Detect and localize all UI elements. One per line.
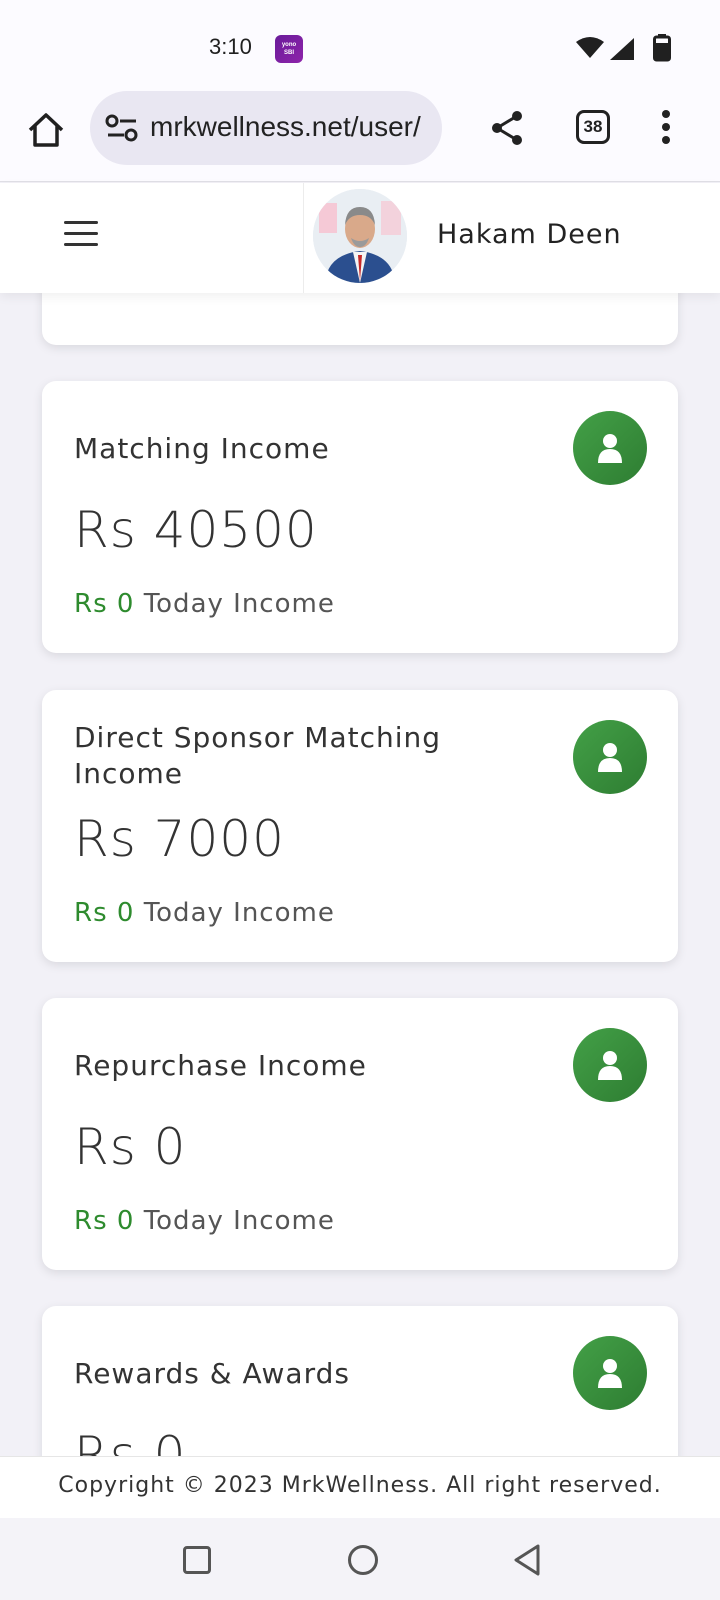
card-amount: Rs 0 <box>74 1118 187 1176</box>
previous-card <box>42 293 678 345</box>
today-amount: Rs 0 <box>74 898 135 928</box>
income-card-repurchase: Repurchase Income Rs 0 Rs 0 Today Income <box>42 998 678 1270</box>
hamburger-icon[interactable] <box>64 221 98 247</box>
user-name: Hakam Deen <box>437 219 622 250</box>
system-nav-bar <box>0 1518 720 1600</box>
card-amount: Rs 7000 <box>74 810 285 868</box>
card-amount: Rs 40500 <box>74 501 318 559</box>
today-amount: Rs 0 <box>74 589 135 619</box>
site-footer: Copyright © 2023 MrkWellness. All right … <box>0 1456 720 1518</box>
user-icon <box>573 1336 647 1410</box>
back-icon[interactable] <box>512 1543 542 1577</box>
status-time: 3:10 <box>209 34 252 59</box>
copyright-text: Copyright © 2023 MrkWellness. All right … <box>58 1473 662 1498</box>
today-label: Today Income <box>143 1206 335 1236</box>
home-nav-icon[interactable] <box>348 1545 378 1575</box>
address-bar[interactable]: mrkwellness.net/user/ <box>90 91 442 165</box>
header-divider <box>303 183 304 293</box>
site-header: Hakam Deen <box>0 183 720 293</box>
today-amount: Rs 0 <box>74 1206 135 1236</box>
income-card-rewards: Rewards & Awards Rs 0 <box>42 1306 678 1456</box>
today-income: Rs 0 Today Income <box>74 1206 335 1236</box>
signal-icon <box>610 38 634 60</box>
share-icon[interactable] <box>490 110 524 146</box>
avatar[interactable] <box>313 189 407 283</box>
user-icon <box>573 411 647 485</box>
today-income: Rs 0 Today Income <box>74 898 335 928</box>
more-vert-icon[interactable] <box>656 110 676 146</box>
yono-app-icon: yono SBI <box>275 35 303 63</box>
card-title: Repurchase Income <box>74 1049 367 1082</box>
today-income: Rs 0 Today Income <box>74 589 335 619</box>
site-settings-icon[interactable] <box>104 113 140 143</box>
today-label: Today Income <box>143 589 335 619</box>
browser-toolbar: mrkwellness.net/user/ 38 <box>0 90 720 182</box>
card-title: Matching Income <box>74 432 330 465</box>
income-card-direct-sponsor: Direct Sponsor Matching Income Rs 7000 R… <box>42 690 678 962</box>
card-title: Direct Sponsor Matching Income <box>74 721 442 790</box>
today-label: Today Income <box>143 898 335 928</box>
card-title: Rewards & Awards <box>74 1357 350 1390</box>
card-amount: Rs 0 <box>74 1426 187 1456</box>
recents-icon[interactable] <box>183 1546 211 1574</box>
url-text: mrkwellness.net/user/ <box>150 111 421 142</box>
income-card-matching: Matching Income Rs 40500 Rs 0 Today Inco… <box>42 381 678 653</box>
battery-icon <box>653 34 671 62</box>
dashboard-content[interactable]: Matching Income Rs 40500 Rs 0 Today Inco… <box>0 293 720 1456</box>
status-bar: 3:10 yono SBI <box>0 0 720 90</box>
user-icon <box>573 720 647 794</box>
tabs-icon[interactable]: 38 <box>576 110 610 144</box>
user-icon <box>573 1028 647 1102</box>
home-icon[interactable] <box>24 108 68 152</box>
wifi-icon <box>576 37 604 58</box>
